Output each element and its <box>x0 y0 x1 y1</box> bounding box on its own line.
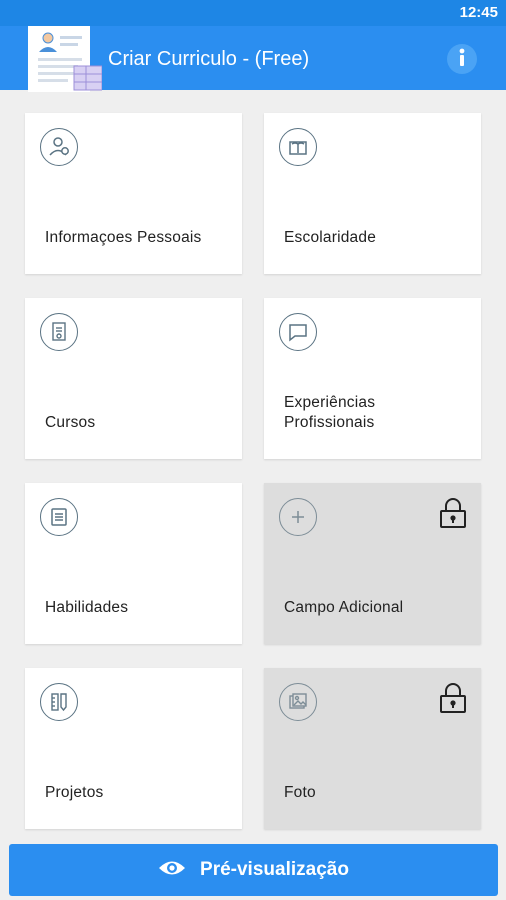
list-icon <box>40 498 78 536</box>
plus-icon <box>279 498 317 536</box>
card-label: Experiências Profissionais <box>284 394 376 431</box>
app-title: Criar Curriculo - (Free) <box>108 48 310 70</box>
photo-icon <box>279 683 317 721</box>
lock-icon <box>439 682 467 714</box>
preview-button[interactable]: Pré-visualização <box>9 844 498 896</box>
card-label: Foto <box>284 784 316 801</box>
eye-icon <box>158 858 186 883</box>
card-label: Habilidades <box>45 599 129 616</box>
status-time: 12:45 <box>459 4 498 21</box>
card-informacoes-pessoais[interactable]: Informaçoes Pessoais <box>25 113 242 274</box>
card-campo-adicional[interactable]: Campo Adicional <box>264 483 481 644</box>
card-label: Cursos <box>45 414 96 431</box>
certificate-icon <box>40 313 78 351</box>
info-icon <box>447 42 477 77</box>
card-projetos[interactable]: Projetos <box>25 668 242 829</box>
person-icon <box>40 128 78 166</box>
card-habilidades[interactable]: Habilidades <box>25 483 242 644</box>
card-label: Escolaridade <box>284 229 377 246</box>
card-label: Campo Adicional <box>284 599 404 616</box>
app-logo <box>28 26 103 92</box>
preview-label: Pré-visualização <box>200 859 349 880</box>
card-cursos[interactable]: Cursos <box>25 298 242 459</box>
card-experiencias-profissionais[interactable]: Experiências Profissionais <box>264 298 481 459</box>
card-escolaridade[interactable]: Escolaridade <box>264 113 481 274</box>
chat-bubble-icon <box>279 313 317 351</box>
card-label: Projetos <box>45 784 104 801</box>
info-button[interactable] <box>447 44 477 74</box>
pencil-ruler-icon <box>40 683 78 721</box>
book-icon <box>279 128 317 166</box>
lock-icon <box>439 497 467 529</box>
card-foto[interactable]: Foto <box>264 668 481 829</box>
card-label: Informaçoes Pessoais <box>45 229 202 246</box>
status-bar: 12:45 <box>0 0 506 26</box>
